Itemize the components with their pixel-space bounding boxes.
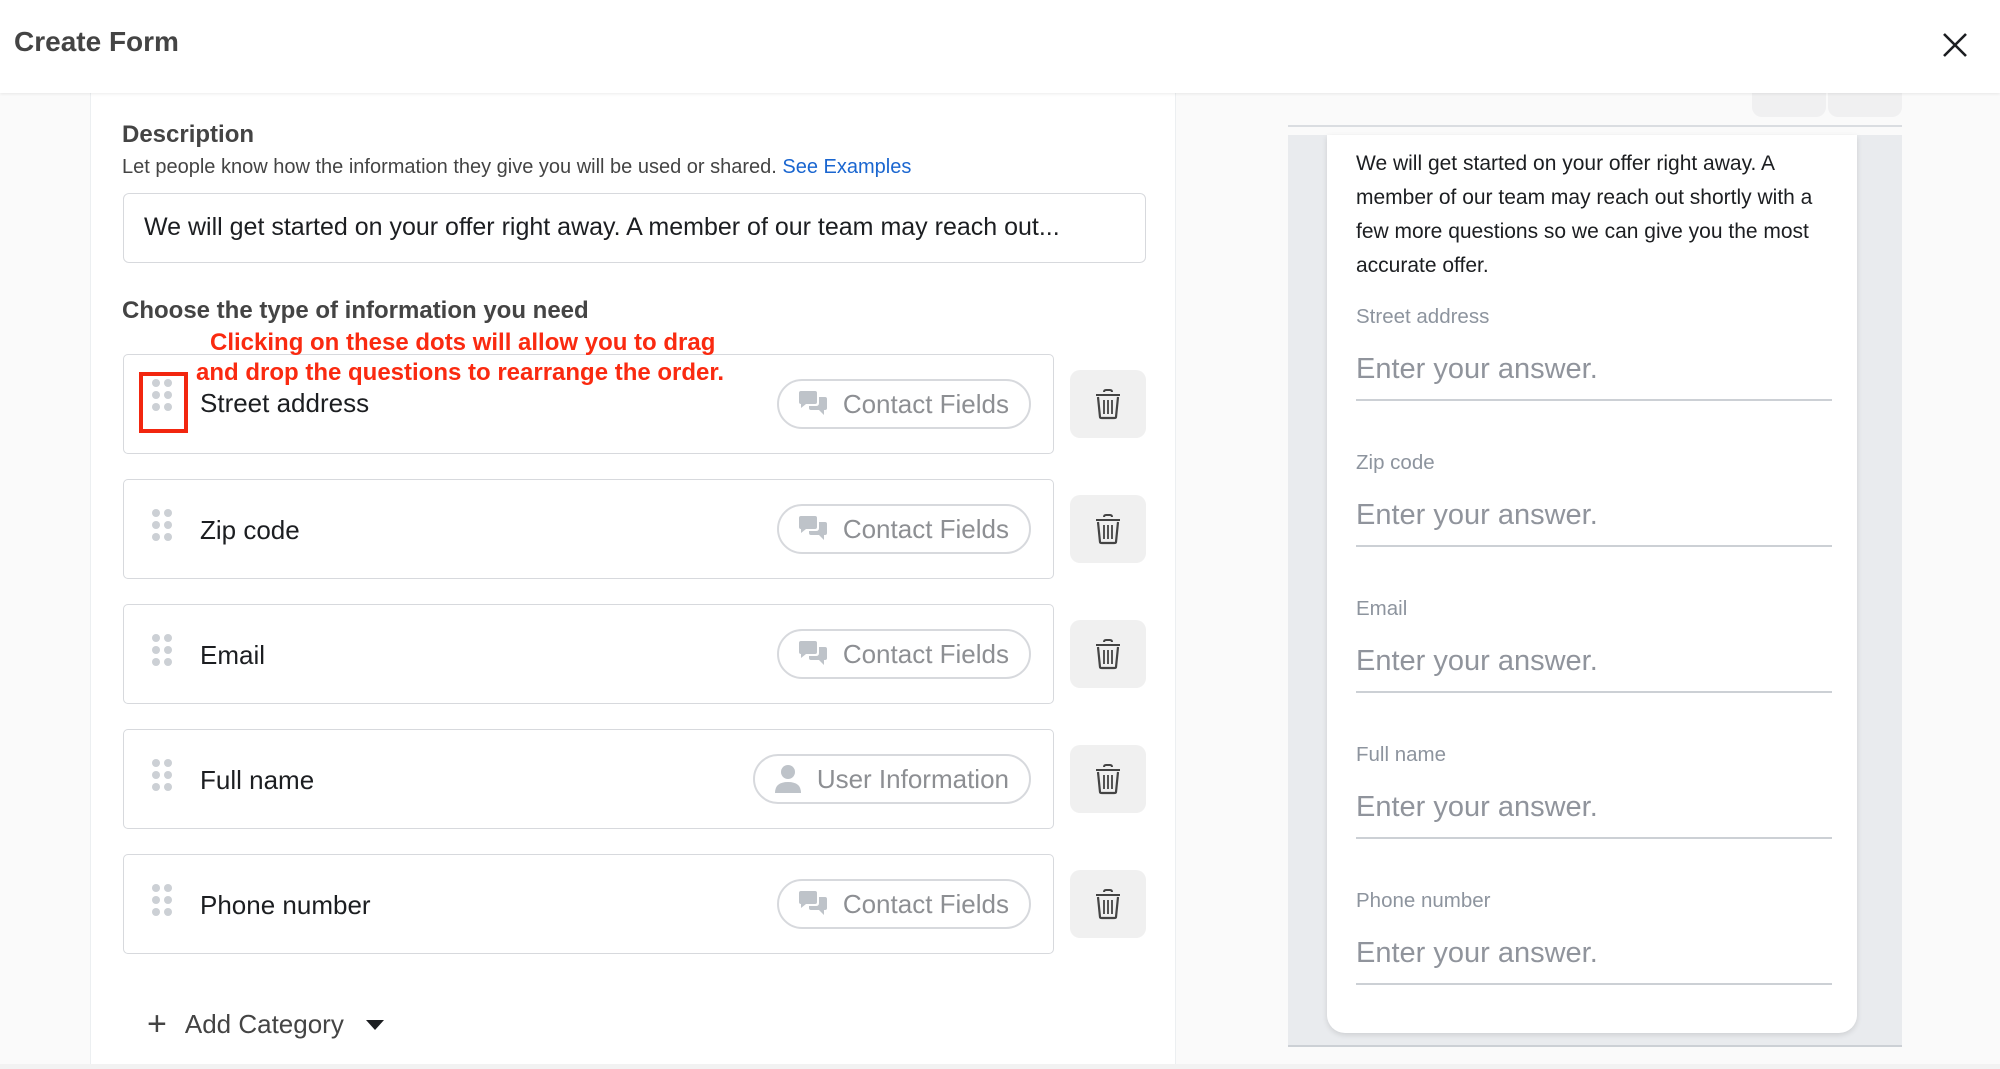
preview-answer-input[interactable]: Enter your answer.	[1356, 933, 1832, 985]
annotation-text-line2: and drop the questions to rearrange the …	[196, 359, 725, 386]
person-icon	[774, 765, 801, 793]
preview-answer-input[interactable]: Enter your answer.	[1356, 349, 1832, 401]
preview-field: Full name Enter your answer.	[1356, 743, 1832, 839]
see-examples-link[interactable]: See Examples	[782, 156, 911, 178]
category-pill[interactable]: User Information	[752, 754, 1031, 804]
trash-icon	[1096, 389, 1120, 420]
category-label: Contact Fields	[842, 513, 1009, 544]
preview-field-label: Full name	[1356, 743, 1447, 766]
preview-answer-input[interactable]: Enter your answer.	[1356, 495, 1832, 547]
bottom-edge	[0, 1064, 2000, 1069]
delete-question-button[interactable]	[1070, 870, 1146, 938]
trash-icon	[1096, 764, 1120, 795]
close-button[interactable]	[1938, 28, 1972, 62]
preview-field: Phone number Enter your answer.	[1356, 889, 1832, 985]
question-label: Zip code	[200, 515, 300, 545]
preview-field-label: Email	[1356, 597, 1408, 620]
caret-down-icon	[365, 1019, 384, 1030]
drag-handle-icon[interactable]	[152, 884, 172, 916]
preview-tab[interactable]	[1752, 93, 1826, 117]
trash-icon	[1096, 639, 1120, 670]
question-label: Email	[200, 640, 266, 670]
chat-bubbles-icon	[798, 641, 827, 665]
delete-question-button[interactable]	[1070, 745, 1146, 813]
add-category-button[interactable]: + Add Category	[147, 1005, 384, 1044]
drag-handle-icon[interactable]	[152, 509, 172, 541]
question-row: Phone number Contact Fields	[123, 854, 1054, 954]
preview-field-label: Zip code	[1356, 451, 1435, 474]
modal-header: Create Form	[0, 0, 2000, 93]
category-label: Contact Fields	[842, 638, 1009, 669]
preview-field: Street address Enter your answer.	[1356, 305, 1832, 401]
preview-field-label: Phone number	[1356, 889, 1491, 912]
form-preview-card: We will get started on your offer right …	[1327, 135, 1857, 1033]
questions-heading: Choose the type of information you need	[122, 297, 589, 324]
category-pill[interactable]: Contact Fields	[776, 629, 1031, 679]
preview-field: Zip code Enter your answer.	[1356, 451, 1832, 547]
preview-answer-input[interactable]: Enter your answer.	[1356, 787, 1832, 839]
question-row: Zip code Contact Fields	[123, 479, 1054, 579]
question-label: Full name	[200, 765, 315, 795]
trash-icon	[1096, 889, 1120, 920]
delete-question-button[interactable]	[1070, 495, 1146, 563]
preview-toggle-tabs	[1752, 93, 1902, 117]
delete-question-button[interactable]	[1070, 370, 1146, 438]
trash-icon	[1096, 514, 1120, 545]
category-label: Contact Fields	[842, 888, 1009, 919]
plus-icon: +	[147, 1005, 167, 1043]
description-input[interactable]: We will get started on your offer right …	[123, 193, 1146, 263]
form-editor-panel: Description Let people know how the info…	[90, 93, 1176, 1069]
drag-handle-icon[interactable]	[152, 634, 172, 666]
add-category-label: Add Category	[184, 1009, 344, 1039]
description-help: Let people know how the information they…	[122, 156, 911, 179]
category-pill[interactable]: Contact Fields	[776, 504, 1031, 554]
preview-divider	[1288, 125, 1902, 127]
preview-field-label: Street address	[1356, 305, 1490, 328]
preview-tab[interactable]	[1828, 93, 1902, 117]
question-label: Street address	[200, 388, 370, 418]
annotation-highlight-box	[139, 372, 188, 433]
category-label: Contact Fields	[842, 388, 1009, 419]
question-row: Email Contact Fields	[123, 604, 1054, 704]
preview-answer-input[interactable]: Enter your answer.	[1356, 641, 1832, 693]
annotation-text-line1: Clicking on these dots will allow you to…	[210, 329, 716, 356]
question-label: Phone number	[200, 890, 371, 920]
delete-question-button[interactable]	[1070, 620, 1146, 688]
description-help-text: Let people know how the information they…	[122, 156, 777, 178]
category-pill[interactable]: Contact Fields	[776, 379, 1031, 429]
chat-bubbles-icon	[798, 516, 827, 540]
category-label: User Information	[816, 763, 1009, 794]
description-label: Description	[122, 121, 255, 148]
drag-handle-icon[interactable]	[152, 759, 172, 791]
chat-bubbles-icon	[798, 391, 827, 415]
preview-intro-text: We will get started on your offer right …	[1356, 152, 1813, 277]
category-pill[interactable]: Contact Fields	[776, 879, 1031, 929]
close-icon	[1943, 33, 1967, 57]
chat-bubbles-icon	[798, 891, 827, 915]
question-row: Full name User Information	[123, 729, 1054, 829]
page-title: Create Form	[14, 26, 179, 57]
preview-field: Email Enter your answer.	[1356, 597, 1832, 693]
